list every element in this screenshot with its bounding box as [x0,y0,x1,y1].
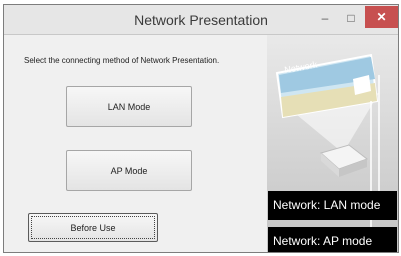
minimize-button[interactable]: – [311,8,339,28]
projector-device [319,144,369,177]
before-use-label: Before Use [70,222,116,233]
main-panel: Select the connecting method of Network … [4,35,266,252]
app-window: Network Presentation – □ ✕ Select the co… [3,4,399,253]
network-lan-mode-label: Network: LAN mode [268,191,397,220]
maximize-button[interactable]: □ [337,8,365,28]
projector-illustration: Network [275,53,380,238]
lan-mode-button[interactable]: LAN Mode [66,86,192,127]
title-bar: Network Presentation – □ ✕ [4,5,398,35]
before-use-button[interactable]: Before Use [28,213,158,242]
ap-mode-button[interactable]: AP Mode [66,150,192,191]
close-button[interactable]: ✕ [365,6,398,28]
network-ap-mode-label: Network: AP mode [268,227,397,252]
instruction-text: Select the connecting method of Network … [24,56,220,65]
